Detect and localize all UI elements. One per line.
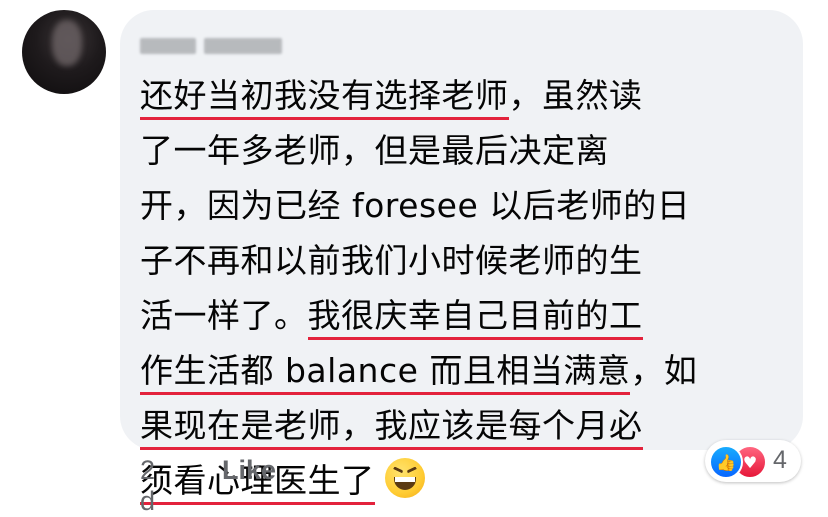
comment-line: 还好当初我没有选择老师，虽然读 [140,68,790,123]
blurred-name-part [204,38,282,54]
blurred-name-part [140,38,196,54]
comment-line: 作生活都 balance 而且相当满意，如 [140,343,790,398]
comment-line: 子不再和以前我们小时候老师的生 [140,233,790,288]
comment-timestamp[interactable]: 2 d [140,455,155,517]
underlined-text: 还好当初我没有选择老师 [140,76,509,120]
comment-line: 果现在是老师，我应该是每个月必 [140,398,790,453]
comment-text-segment: 开，因为已经 foresee 以后老师的日 [140,186,691,225]
comment-text-segment: ，如 [630,351,698,390]
comment-text-segment: 了一年多老师，但是最后决定离 [140,131,609,170]
grinning-squinting-face-icon [384,458,425,498]
avatar[interactable] [22,10,106,94]
comment-text-segment: 子不再和以前我们小时候老师的生 [140,241,643,280]
reaction-count: 4 [773,446,787,474]
comment-author-name[interactable] [140,32,290,60]
comment-text-segment: 活一样了。 [140,296,308,335]
reaction-summary[interactable]: 👍 ♥ 4 [705,440,801,482]
comment-line: 活一样了。我很庆幸自己目前的工 [140,288,790,343]
comment-text: 还好当初我没有选择老师，虽然读了一年多老师，但是最后决定离开，因为已经 fore… [140,68,790,508]
comment-line: 开，因为已经 foresee 以后老师的日 [140,178,790,233]
like-button[interactable]: Like [222,455,276,486]
avatar-face [52,20,82,66]
underlined-text: 果现在是老师，我应该是每个月必 [140,406,643,450]
underlined-text: 我很庆幸自己目前的工 [307,296,643,340]
like-reaction-icon: 👍 [709,445,743,479]
underlined-text: 作生活都 balance 而且相当满意 [140,351,631,395]
comment-text-segment: ，虽然读 [508,76,643,115]
comment-line: 了一年多老师，但是最后决定离 [140,123,790,178]
